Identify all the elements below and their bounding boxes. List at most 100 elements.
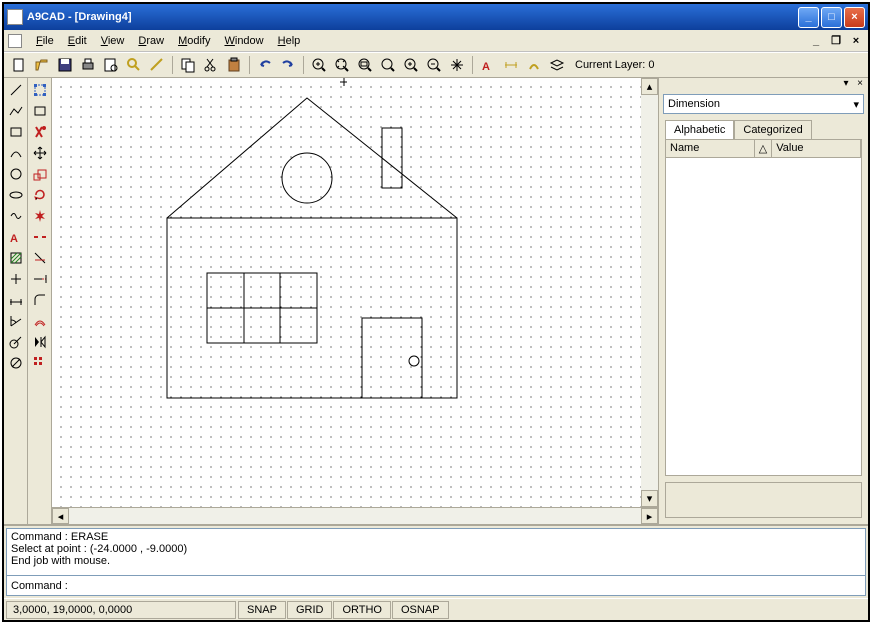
properties-grid[interactable]: Name △ Value [665,139,862,476]
current-layer-label: Current Layer: 0 [575,59,654,71]
new-button[interactable] [8,54,30,76]
scroll-down-button[interactable]: ▾ [641,490,658,507]
dimension-diameter-tool[interactable] [6,353,26,373]
command-area: Command : ERASE Select at point : (-24.0… [4,524,868,598]
command-input[interactable] [68,580,861,592]
layers-button[interactable] [546,54,568,76]
hatch-tool[interactable] [6,248,26,268]
zoom-in-button[interactable] [308,54,330,76]
chevron-down-icon: ▾ [853,98,859,111]
svg-text:A: A [482,61,490,73]
tab-categorized[interactable]: Categorized [734,120,811,139]
rotate-tool[interactable] [30,185,50,205]
coordinates-display: 3,0000, 19,0000, 0,0000 [6,601,236,619]
zoom-out-button[interactable] [423,54,445,76]
vertical-scrollbar[interactable]: ▴ ▾ [641,78,658,507]
menu-edit[interactable]: Edit [62,33,93,49]
title-bar: A9CAD - [Drawing4] _ □ × [4,4,868,30]
save-button[interactable] [54,54,76,76]
app-icon [7,9,23,25]
break-tool[interactable] [30,227,50,247]
scroll-up-button[interactable]: ▴ [641,78,658,95]
snap-toggle[interactable]: SNAP [238,601,286,619]
menu-help[interactable]: Help [272,33,307,49]
panel-pin-icon[interactable]: ▾ [840,78,852,90]
dimension-linear-tool[interactable] [6,290,26,310]
fillet-tool[interactable] [30,290,50,310]
measure-button[interactable] [146,54,168,76]
copy-button[interactable] [177,54,199,76]
units-button[interactable] [523,54,545,76]
offset-tool[interactable] [30,311,50,331]
menu-draw[interactable]: Draw [132,33,170,49]
point-tool[interactable] [6,269,26,289]
array-tool[interactable] [30,353,50,373]
scroll-left-button[interactable]: ◂ [52,508,69,524]
polyline-tool[interactable] [6,101,26,121]
rectangle-tool[interactable] [6,122,26,142]
dimension-style-button[interactable] [500,54,522,76]
text-tool[interactable]: A [6,227,26,247]
extend-tool[interactable] [30,269,50,289]
menu-view[interactable]: View [95,33,131,49]
select-tool[interactable] [30,80,50,100]
zoom-realtime-button[interactable] [377,54,399,76]
ortho-toggle[interactable]: ORTHO [333,601,391,619]
text-style-button[interactable]: A [477,54,499,76]
explode-tool[interactable] [30,206,50,226]
move-tool[interactable] [30,143,50,163]
erase-tool[interactable] [30,101,50,121]
menu-modify[interactable]: Modify [172,33,216,49]
menu-file[interactable]: File [30,33,60,49]
arc-tool[interactable] [6,143,26,163]
horizontal-scrollbar[interactable]: ◂ ▸ [52,507,658,524]
tab-alphabetic[interactable]: Alphabetic [665,120,734,139]
menu-window[interactable]: Window [218,33,269,49]
grid-toggle[interactable]: GRID [287,601,333,619]
redo-button[interactable] [277,54,299,76]
ellipse-tool[interactable] [6,185,26,205]
zoom-extents-button[interactable] [331,54,353,76]
object-type-dropdown[interactable]: Dimension ▾ [663,94,864,114]
drawing-content [52,78,582,418]
sort-icon[interactable]: △ [755,140,772,157]
delete-tool[interactable] [30,122,50,142]
zoom-window-button[interactable] [354,54,376,76]
osnap-toggle[interactable]: OSNAP [392,601,449,619]
main-toolbar: A Current Layer: 0 [4,52,868,78]
scroll-right-button[interactable]: ▸ [641,508,658,524]
undo-button[interactable] [254,54,276,76]
mdi-close-button[interactable]: × [848,34,864,48]
line-tool[interactable] [6,80,26,100]
command-history: Command : ERASE Select at point : (-24.0… [6,528,866,576]
mirror-tool[interactable] [30,332,50,352]
col-name-header: Name [666,140,755,157]
dimension-radius-tool[interactable] [6,332,26,352]
mdi-restore-button[interactable]: ❐ [828,34,844,48]
minimize-button[interactable]: _ [798,7,819,28]
maximize-button[interactable]: □ [821,7,842,28]
paste-button[interactable] [223,54,245,76]
cut-button[interactable] [200,54,222,76]
trim-tool[interactable] [30,248,50,268]
print-preview-button[interactable] [100,54,122,76]
draw-toolbar: A [4,78,28,524]
mdi-minimize-button[interactable]: _ [808,34,824,48]
circle-tool[interactable] [6,164,26,184]
find-button[interactable] [123,54,145,76]
dimension-angular-tool[interactable] [6,311,26,331]
scale-tool[interactable] [30,164,50,184]
panel-close-icon[interactable]: × [854,78,866,90]
zoom-previous-button[interactable] [400,54,422,76]
menu-bar: File Edit View Draw Modify Window Help _… [4,30,868,52]
drawing-area[interactable]: ▴ ▾ ◂ ▸ [52,78,658,524]
properties-panel: ▾ × Dimension ▾ Alphabetic Categorized N… [658,78,868,524]
status-bar: 3,0000, 19,0000, 0,0000 SNAP GRID ORTHO … [4,598,868,620]
pan-button[interactable] [446,54,468,76]
close-button[interactable]: × [844,7,865,28]
spline-tool[interactable] [6,206,26,226]
print-button[interactable] [77,54,99,76]
open-button[interactable] [31,54,53,76]
property-description [665,482,862,518]
svg-text:A: A [10,233,18,245]
